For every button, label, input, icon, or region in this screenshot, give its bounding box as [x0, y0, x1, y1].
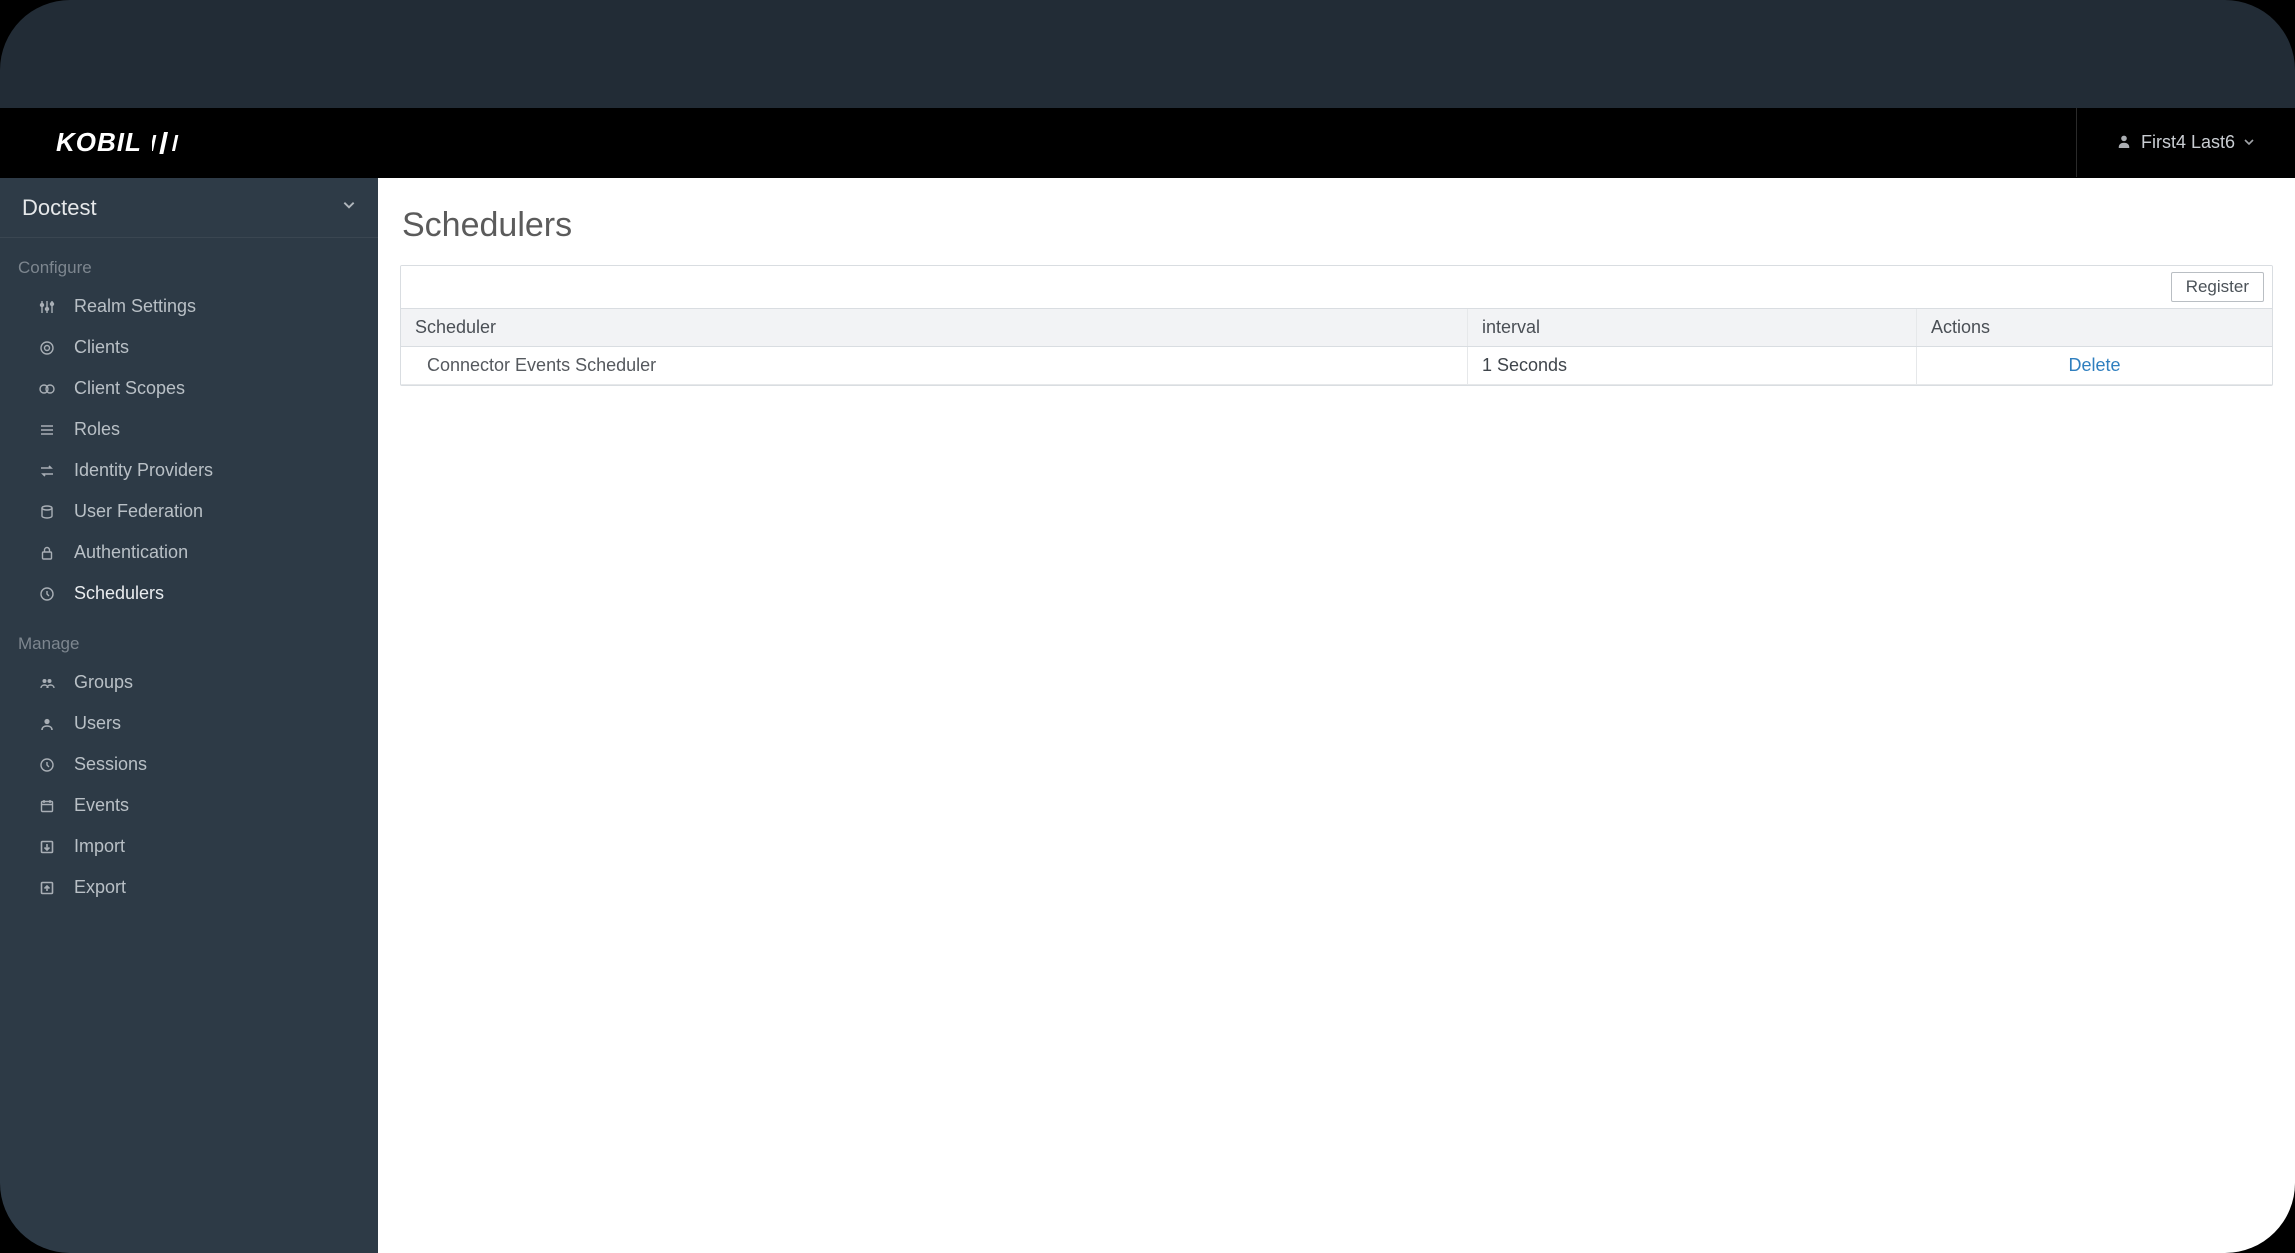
nav-configure: Realm Settings Clients Client Scopes Rol…: [0, 286, 378, 614]
sliders-icon: [36, 299, 58, 315]
delete-link[interactable]: Delete: [2068, 355, 2120, 375]
list-icon: [36, 422, 58, 438]
user-menu[interactable]: First4 Last6: [2076, 108, 2295, 177]
sidebar-item-label: Client Scopes: [74, 378, 185, 399]
sidebar-item-authentication[interactable]: Authentication: [0, 532, 378, 573]
app: KOBIL First4 Last6: [0, 108, 2295, 1253]
sidebar-item-label: Import: [74, 836, 125, 857]
nav-manage: Groups Users Sessions Events: [0, 662, 378, 908]
sidebar-item-schedulers[interactable]: Schedulers: [0, 573, 378, 614]
realm-label: Doctest: [22, 195, 97, 221]
target-icon: [36, 340, 58, 356]
sidebar: Doctest Configure Realm Settings Clients: [0, 178, 378, 1253]
clock-icon: [36, 757, 58, 773]
swap-icon: [36, 463, 58, 479]
cell-interval: 1 Seconds: [1467, 347, 1916, 385]
section-title-configure: Configure: [0, 238, 378, 286]
clock-icon: [36, 586, 58, 602]
section-title-manage: Manage: [0, 614, 378, 662]
sidebar-item-label: Schedulers: [74, 583, 164, 604]
sidebar-item-label: Export: [74, 877, 126, 898]
sidebar-item-label: Realm Settings: [74, 296, 196, 317]
sidebar-item-label: Sessions: [74, 754, 147, 775]
brand-name: KOBIL: [56, 127, 142, 158]
col-scheduler: Scheduler: [401, 309, 1467, 347]
table-header-row: Scheduler interval Actions: [401, 309, 2272, 347]
col-interval: interval: [1467, 309, 1916, 347]
cell-scheduler: Connector Events Scheduler: [401, 347, 1467, 385]
sidebar-item-events[interactable]: Events: [0, 785, 378, 826]
sidebar-item-client-scopes[interactable]: Client Scopes: [0, 368, 378, 409]
sidebar-item-label: Roles: [74, 419, 120, 440]
col-actions: Actions: [1917, 309, 2273, 347]
calendar-icon: [36, 798, 58, 814]
sidebar-item-label: Clients: [74, 337, 129, 358]
sidebar-item-export[interactable]: Export: [0, 867, 378, 908]
user-icon: [2117, 132, 2131, 153]
sidebar-item-identity-providers[interactable]: Identity Providers: [0, 450, 378, 491]
header: KOBIL First4 Last6: [0, 108, 2295, 178]
realm-selector[interactable]: Doctest: [0, 178, 378, 238]
chevron-down-icon: [2243, 132, 2255, 153]
sidebar-item-users[interactable]: Users: [0, 703, 378, 744]
users-icon: [36, 675, 58, 691]
cell-actions: Delete: [1917, 347, 2273, 385]
export-icon: [36, 880, 58, 896]
stack-icon: [36, 504, 58, 520]
brand-mark-icon: [152, 132, 186, 154]
window-frame: KOBIL First4 Last6: [0, 0, 2295, 1253]
body: Doctest Configure Realm Settings Clients: [0, 178, 2295, 1253]
sidebar-item-realm-settings[interactable]: Realm Settings: [0, 286, 378, 327]
register-button[interactable]: Register: [2171, 272, 2264, 302]
content: Schedulers Register Scheduler interval: [378, 178, 2295, 1253]
sidebar-item-clients[interactable]: Clients: [0, 327, 378, 368]
import-icon: [36, 839, 58, 855]
sidebar-item-label: Groups: [74, 672, 133, 693]
sidebar-item-groups[interactable]: Groups: [0, 662, 378, 703]
sidebar-item-import[interactable]: Import: [0, 826, 378, 867]
schedulers-panel: Register Scheduler interval Actions: [400, 265, 2273, 386]
scopes-icon: [36, 381, 58, 397]
lock-icon: [36, 545, 58, 561]
toolbar: Register: [401, 266, 2272, 309]
sidebar-item-user-federation[interactable]: User Federation: [0, 491, 378, 532]
sidebar-item-label: Events: [74, 795, 129, 816]
sidebar-item-label: Authentication: [74, 542, 188, 563]
page-title: Schedulers: [402, 206, 2273, 245]
chevron-down-icon: [342, 198, 356, 217]
user-label: First4 Last6: [2141, 132, 2235, 153]
sidebar-item-label: Users: [74, 713, 121, 734]
sidebar-item-label: User Federation: [74, 501, 203, 522]
sidebar-item-sessions[interactable]: Sessions: [0, 744, 378, 785]
sidebar-item-roles[interactable]: Roles: [0, 409, 378, 450]
schedulers-table: Scheduler interval Actions Connector Eve…: [401, 309, 2272, 385]
table-row: Connector Events Scheduler 1 Seconds Del…: [401, 347, 2272, 385]
brand: KOBIL: [0, 127, 186, 158]
sidebar-item-label: Identity Providers: [74, 460, 213, 481]
user-icon: [36, 716, 58, 732]
browser-chrome: [0, 0, 2295, 108]
